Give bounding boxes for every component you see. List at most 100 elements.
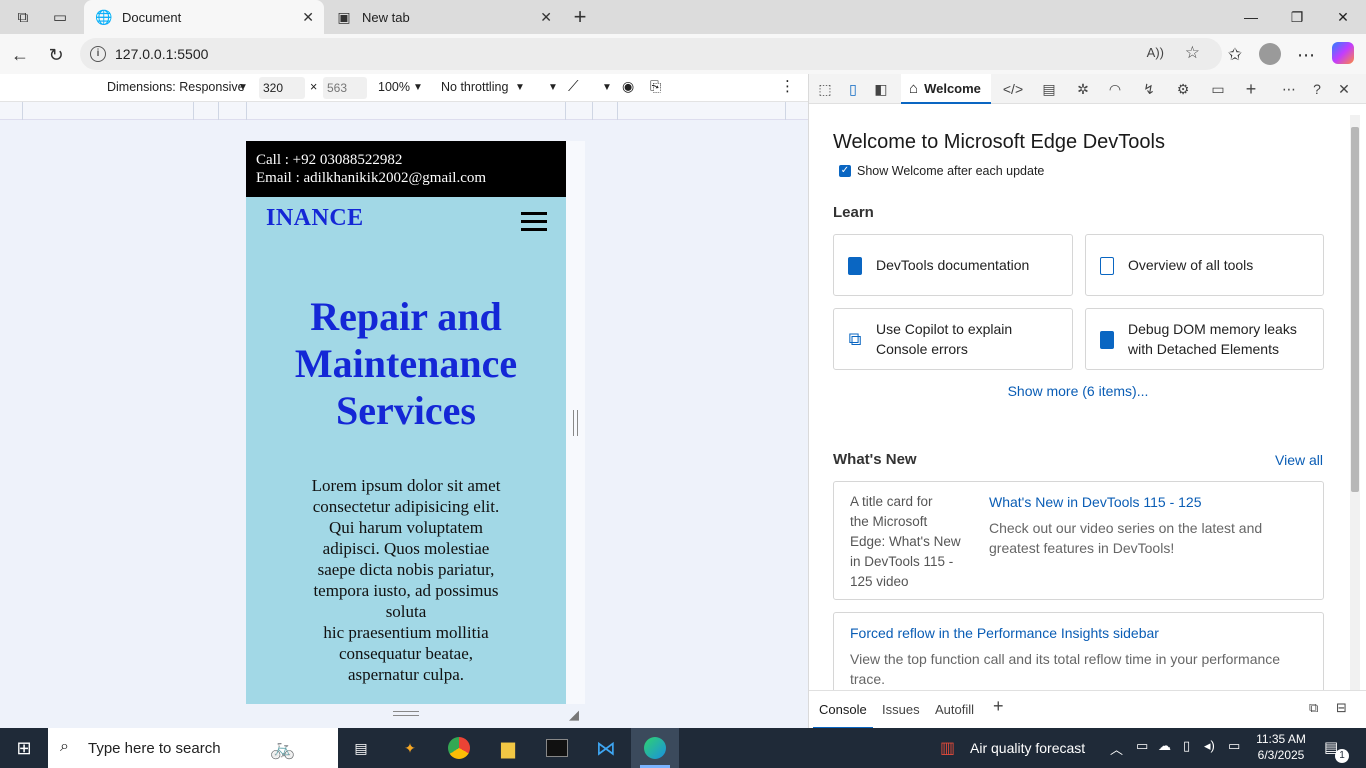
brand-logo[interactable]: INANCE (266, 205, 364, 232)
drawer-tab-console[interactable]: Console (819, 702, 867, 717)
console-icon[interactable]: ▤ (1039, 80, 1059, 98)
task-view-icon[interactable]: ▤ (337, 728, 385, 768)
minimize-button[interactable]: — (1228, 0, 1274, 34)
refresh-icon[interactable]: ↻ (43, 42, 69, 68)
paragraph-line: soluta (385, 602, 427, 621)
show-more-link[interactable]: Show more (6 items)... (809, 383, 1347, 399)
news-description: View the top function call and its total… (850, 649, 1280, 689)
device-emulation-icon[interactable]: ▯ (843, 80, 863, 98)
tray-cloud-off-icon[interactable]: ☁ (1158, 738, 1171, 754)
inspect-icon[interactable]: ⬚ (815, 80, 835, 98)
card-overview-tools[interactable]: Overview of all tools (1085, 234, 1324, 296)
vscode-icon[interactable]: ⋈ (582, 728, 630, 768)
tab-actions-icon[interactable]: ▭ (49, 6, 71, 28)
resize-handle-bottom[interactable] (393, 711, 419, 716)
weather-widget[interactable]: Air quality forecast (970, 740, 1085, 756)
drawer-tab-autofill[interactable]: Autofill (935, 702, 974, 717)
drawer-tab-issues[interactable]: Issues (882, 702, 920, 717)
dock-icon[interactable]: ◧ (871, 80, 891, 98)
devtools-scrollbar[interactable] (1350, 115, 1360, 690)
settings-gear-icon[interactable]: ⚙ (1173, 80, 1193, 98)
more-menu-icon[interactable]: ⋯ (1293, 42, 1319, 68)
copilot-app-icon[interactable]: ✦ (386, 728, 434, 768)
paragraph-line: adipisci. Quos molestiae (322, 539, 490, 558)
view-all-link[interactable]: View all (1275, 452, 1323, 468)
chrome-icon[interactable] (435, 728, 483, 768)
show-hidden-icons-chevron[interactable]: ︿ (1110, 739, 1123, 758)
news-title[interactable]: What's New in DevTools 115 - 125 (989, 494, 1202, 510)
card-devtools-docs[interactable]: DevTools documentation (833, 234, 1073, 296)
copilot-icon[interactable] (1332, 42, 1354, 64)
close-window-button[interactable]: ✕ (1320, 0, 1366, 34)
sources-bug-icon[interactable]: ✲ (1073, 80, 1093, 98)
dropdown-arrow-icon[interactable]: ▼ (602, 82, 612, 93)
more-tools-icon[interactable]: ⋯ (1279, 80, 1299, 98)
news-card-forced-reflow[interactable]: Forced reflow in the Performance Insight… (833, 612, 1324, 690)
alt-line: A title card for (850, 494, 933, 509)
undock-drawer-icon[interactable]: ⧉ (1309, 700, 1318, 716)
back-icon[interactable]: ← (7, 42, 33, 68)
windows-start-icon[interactable]: ⊞ (0, 728, 48, 768)
throttling-select[interactable]: No throttling (441, 80, 508, 94)
resize-corner-icon[interactable]: ◢ (569, 707, 579, 723)
terminal-icon[interactable] (533, 728, 581, 768)
close-tab-icon[interactable]: ✕ (302, 9, 314, 26)
application-icon[interactable]: ▭ (1208, 80, 1228, 98)
dimensions-select[interactable]: Dimensions: Responsive (107, 80, 245, 94)
help-icon[interactable]: ? (1307, 80, 1327, 98)
tray-network-icon[interactable]: ▭ (1228, 738, 1240, 754)
resize-handle-right[interactable] (573, 410, 578, 436)
favorites-icon[interactable]: ✩ (1222, 42, 1248, 68)
dropdown-arrow-icon[interactable]: ▼ (413, 82, 423, 93)
card-debug-dom[interactable]: Debug DOM memory leaks with Detached Ele… (1085, 308, 1324, 370)
tray-battery-icon[interactable]: ▯ (1183, 738, 1190, 754)
close-tab-icon[interactable]: ✕ (540, 9, 552, 26)
file-explorer-icon[interactable]: ▆ (484, 728, 532, 768)
dropdown-arrow-icon[interactable]: ▼ (238, 82, 248, 93)
height-input[interactable]: 563 (323, 77, 367, 99)
performance-icon[interactable]: ↯ (1139, 80, 1159, 98)
scrollbar-thumb[interactable] (1351, 127, 1359, 492)
news-card-video[interactable]: A title card for the Microsoft Edge: Wha… (833, 481, 1324, 600)
taskbar-search-box[interactable]: ⌕ Type here to search 🚲 (48, 728, 338, 768)
sensor-icon[interactable]: ⟋ (568, 78, 579, 95)
network-wifi-icon[interactable]: ◠ (1105, 80, 1125, 98)
workspaces-icon[interactable]: ⧉ (12, 6, 34, 28)
zoom-select[interactable]: 100% (378, 80, 410, 94)
news-title[interactable]: Forced reflow in the Performance Insight… (850, 625, 1159, 641)
tab-welcome[interactable]: ⌂ Welcome (901, 74, 991, 104)
close-devtools-icon[interactable]: ✕ (1334, 80, 1354, 98)
profile-avatar[interactable] (1259, 43, 1281, 65)
card-label: Use Copilot to explain Console errors (876, 319, 1012, 359)
book-icon (1100, 331, 1114, 349)
dropdown-arrow-icon[interactable]: ▼ (515, 82, 525, 93)
tray-volume-icon[interactable]: ◂) (1204, 738, 1215, 754)
elements-icon[interactable]: </> (1003, 80, 1023, 98)
card-label-line: Use Copilot to explain (876, 321, 1013, 337)
welcome-title: Welcome to Microsoft Edge DevTools (833, 131, 1165, 153)
card-label: Overview of all tools (1128, 257, 1254, 273)
read-aloud-icon[interactable]: A)) (1147, 45, 1164, 60)
add-drawer-tab-icon[interactable]: + (993, 696, 1004, 717)
more-options-icon[interactable]: ⋮ (780, 77, 795, 95)
new-tab-plus-icon[interactable]: + (569, 4, 591, 29)
close-drawer-icon[interactable]: ⊟ (1336, 700, 1347, 716)
favorite-star-icon[interactable]: ☆ (1185, 43, 1200, 63)
tab-document[interactable]: 🌐 Document ✕ (84, 0, 324, 34)
whats-new-heading: What's New (833, 451, 917, 468)
edge-icon[interactable] (631, 728, 679, 768)
clock[interactable]: 11:35 AM 6/3/2025 (1256, 731, 1306, 763)
site-info-icon[interactable]: i (90, 46, 106, 62)
dropdown-arrow-icon[interactable]: ▼ (548, 82, 558, 93)
maximize-button[interactable]: ❐ (1274, 0, 1320, 34)
hamburger-menu-icon[interactable] (521, 212, 547, 232)
rotate-icon[interactable]: ⎘ (650, 78, 661, 95)
card-copilot-console[interactable]: ⧉ Use Copilot to explain Console errors (833, 308, 1073, 370)
tray-onedrive-icon[interactable]: ▭ (1136, 738, 1148, 754)
vision-eye-icon[interactable]: ◉ (622, 78, 634, 95)
show-welcome-checkbox[interactable]: ✓ (839, 165, 851, 177)
tab-new-tab[interactable]: ▣ New tab ✕ (324, 0, 562, 34)
add-tool-icon[interactable]: + (1241, 79, 1261, 99)
url-field[interactable]: i 127.0.0.1:5500 A)) ☆ (80, 38, 1222, 70)
width-input[interactable]: 320 (259, 77, 305, 99)
